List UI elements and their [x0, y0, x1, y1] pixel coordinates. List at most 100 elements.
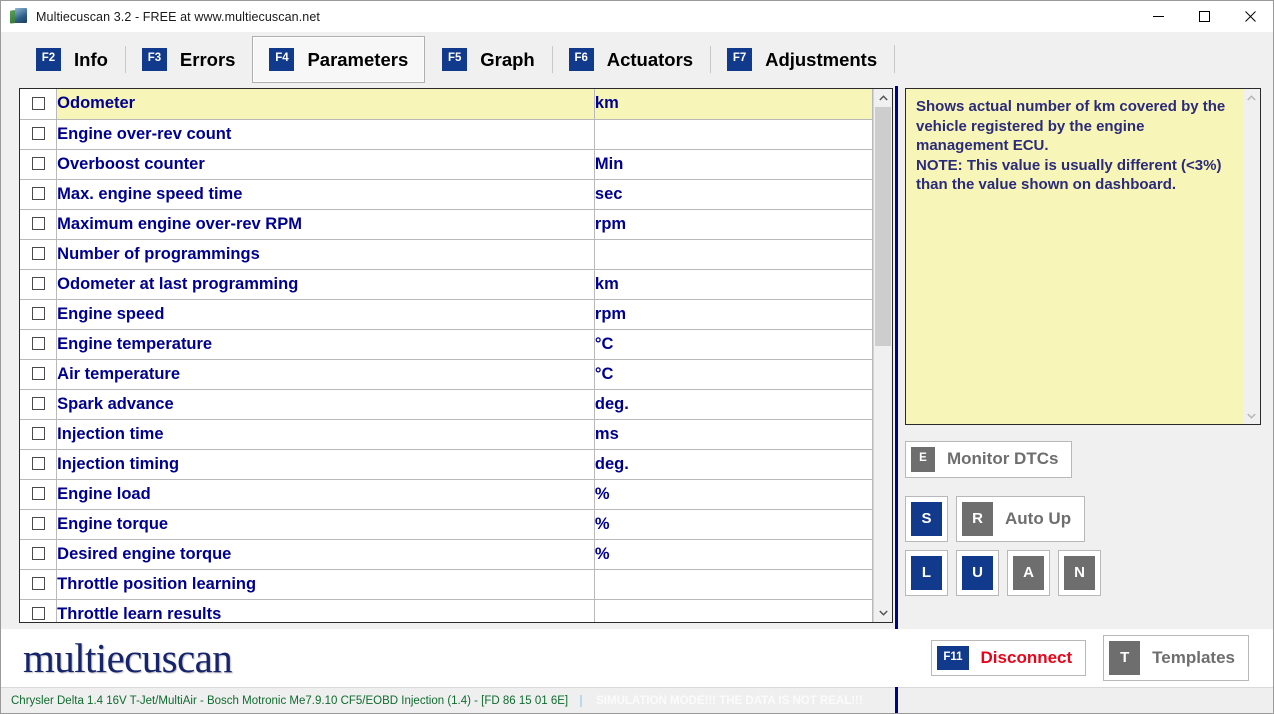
row-name-cell[interactable]: Injection timing: [57, 449, 595, 479]
scroll-up-icon[interactable]: [874, 89, 892, 107]
tab-errors[interactable]: F3Errors: [125, 36, 253, 83]
tab-actuators[interactable]: F6Actuators: [552, 36, 710, 83]
row-checkbox-cell[interactable]: [20, 479, 57, 509]
row-checkbox[interactable]: [32, 157, 45, 170]
row-name-cell[interactable]: Maximum engine over-rev RPM: [57, 209, 595, 239]
row-checkbox-cell[interactable]: [20, 449, 57, 479]
table-row[interactable]: Overboost counterMin: [20, 149, 873, 179]
row-checkbox-cell[interactable]: [20, 539, 57, 569]
row-name-cell[interactable]: Engine speed: [57, 299, 595, 329]
row-unit-cell[interactable]: [594, 119, 872, 149]
scroll-down-icon[interactable]: [874, 604, 892, 622]
row-name-cell[interactable]: Throttle learn results: [57, 599, 595, 622]
units-button[interactable]: U: [956, 550, 999, 596]
row-checkbox[interactable]: [32, 487, 45, 500]
row-unit-cell[interactable]: deg.: [594, 389, 872, 419]
row-name-cell[interactable]: Spark advance: [57, 389, 595, 419]
table-row[interactable]: Spark advancedeg.: [20, 389, 873, 419]
start-button[interactable]: S: [905, 496, 948, 542]
row-checkbox-cell[interactable]: [20, 269, 57, 299]
row-unit-cell[interactable]: Min: [594, 149, 872, 179]
table-row[interactable]: Throttle learn results: [20, 599, 873, 622]
row-checkbox[interactable]: [32, 517, 45, 530]
row-name-cell[interactable]: Number of programmings: [57, 239, 595, 269]
monitor-dtcs-button[interactable]: E Monitor DTCs: [905, 441, 1072, 478]
row-unit-cell[interactable]: ms: [594, 419, 872, 449]
parameters-scrollbar[interactable]: [873, 89, 892, 622]
row-checkbox[interactable]: [32, 577, 45, 590]
row-unit-cell[interactable]: [594, 569, 872, 599]
a-button[interactable]: A: [1007, 550, 1050, 596]
maximize-icon[interactable]: [1181, 1, 1227, 32]
row-name-cell[interactable]: Odometer at last programming: [57, 269, 595, 299]
row-name-cell[interactable]: Odometer: [57, 89, 595, 119]
description-scrollbar[interactable]: [1243, 89, 1260, 424]
row-checkbox[interactable]: [32, 547, 45, 560]
row-checkbox[interactable]: [32, 367, 45, 380]
table-row[interactable]: Odometerkm: [20, 89, 873, 119]
minimize-icon[interactable]: [1135, 1, 1181, 32]
row-checkbox[interactable]: [32, 607, 45, 620]
row-unit-cell[interactable]: rpm: [594, 209, 872, 239]
row-name-cell[interactable]: Engine over-rev count: [57, 119, 595, 149]
row-checkbox-cell[interactable]: [20, 209, 57, 239]
row-checkbox[interactable]: [32, 127, 45, 140]
description-scroll-down-icon[interactable]: [1243, 407, 1260, 424]
n-button[interactable]: N: [1058, 550, 1101, 596]
row-checkbox[interactable]: [32, 277, 45, 290]
row-unit-cell[interactable]: [594, 239, 872, 269]
row-checkbox-cell[interactable]: [20, 179, 57, 209]
row-unit-cell[interactable]: °C: [594, 329, 872, 359]
row-name-cell[interactable]: Max. engine speed time: [57, 179, 595, 209]
table-row[interactable]: Engine speedrpm: [20, 299, 873, 329]
row-checkbox[interactable]: [32, 457, 45, 470]
row-checkbox[interactable]: [32, 97, 45, 110]
table-row[interactable]: Throttle position learning: [20, 569, 873, 599]
table-row[interactable]: Air temperature°C: [20, 359, 873, 389]
scrollbar-track[interactable]: [874, 107, 892, 604]
table-row[interactable]: Odometer at last programmingkm: [20, 269, 873, 299]
row-checkbox[interactable]: [32, 187, 45, 200]
table-row[interactable]: Max. engine speed timesec: [20, 179, 873, 209]
row-checkbox-cell[interactable]: [20, 89, 57, 119]
row-checkbox-cell[interactable]: [20, 599, 57, 622]
auto-up-button[interactable]: R Auto Up: [956, 496, 1085, 542]
row-checkbox-cell[interactable]: [20, 149, 57, 179]
table-row[interactable]: Engine over-rev count: [20, 119, 873, 149]
table-row[interactable]: Injection timems: [20, 419, 873, 449]
table-row[interactable]: Desired engine torque%: [20, 539, 873, 569]
row-name-cell[interactable]: Air temperature: [57, 359, 595, 389]
row-checkbox-cell[interactable]: [20, 329, 57, 359]
row-checkbox[interactable]: [32, 247, 45, 260]
tab-info[interactable]: F2Info: [19, 36, 125, 83]
templates-button[interactable]: T Templates: [1103, 635, 1249, 681]
table-row[interactable]: Engine load%: [20, 479, 873, 509]
row-unit-cell[interactable]: %: [594, 479, 872, 509]
table-row[interactable]: Engine torque%: [20, 509, 873, 539]
row-checkbox-cell[interactable]: [20, 119, 57, 149]
tab-adjustments[interactable]: F7Adjustments: [710, 36, 894, 83]
row-checkbox[interactable]: [32, 427, 45, 440]
table-row[interactable]: Number of programmings: [20, 239, 873, 269]
row-unit-cell[interactable]: [594, 599, 872, 622]
table-row[interactable]: Maximum engine over-rev RPMrpm: [20, 209, 873, 239]
scrollbar-thumb[interactable]: [875, 107, 891, 346]
row-checkbox-cell[interactable]: [20, 419, 57, 449]
log-button[interactable]: L: [905, 550, 948, 596]
row-checkbox-cell[interactable]: [20, 389, 57, 419]
row-checkbox[interactable]: [32, 307, 45, 320]
close-icon[interactable]: [1227, 1, 1273, 32]
row-name-cell[interactable]: Engine temperature: [57, 329, 595, 359]
row-name-cell[interactable]: Desired engine torque: [57, 539, 595, 569]
row-unit-cell[interactable]: %: [594, 509, 872, 539]
row-checkbox-cell[interactable]: [20, 569, 57, 599]
row-unit-cell[interactable]: km: [594, 89, 872, 119]
row-name-cell[interactable]: Engine torque: [57, 509, 595, 539]
row-unit-cell[interactable]: %: [594, 539, 872, 569]
tab-parameters[interactable]: F4Parameters: [252, 36, 425, 83]
row-checkbox-cell[interactable]: [20, 509, 57, 539]
row-name-cell[interactable]: Engine load: [57, 479, 595, 509]
row-name-cell[interactable]: Injection time: [57, 419, 595, 449]
table-row[interactable]: Engine temperature°C: [20, 329, 873, 359]
row-checkbox[interactable]: [32, 217, 45, 230]
